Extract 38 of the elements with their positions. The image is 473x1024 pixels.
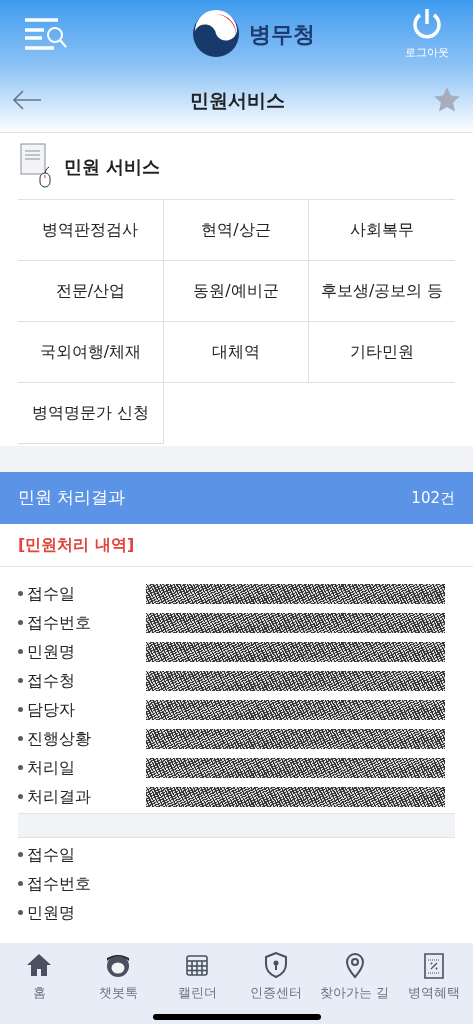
field-label: 접수번호 (18, 871, 146, 896)
results-title: 민원 처리결과 (18, 486, 126, 510)
menu-item[interactable]: 사회복무 (309, 200, 455, 261)
menu-item[interactable]: 대체역 (163, 322, 310, 383)
page-title: 민원서비스 (190, 87, 285, 113)
logo-icon (190, 9, 241, 59)
results-subtitle: [민원처리 내역] (18, 534, 135, 556)
power-icon (410, 6, 444, 41)
field-label: 접수청 (18, 668, 146, 693)
menu-item[interactable]: 동원/예비군 (163, 261, 310, 322)
nav-tab[interactable]: 캘린더 (159, 951, 236, 1001)
field-label: 접수일 (18, 581, 146, 606)
nav-tab[interactable]: 찾아가는 길 (316, 951, 393, 1001)
back-arrow-icon[interactable] (12, 90, 42, 110)
favorite-star-icon[interactable] (433, 86, 461, 114)
field-label: 접수일 (18, 842, 146, 867)
field-label: 접수번호 (18, 610, 146, 635)
menu-item[interactable]: 후보생/공보의 등 (309, 261, 455, 322)
menu-item[interactable]: 현역/상근 (163, 200, 310, 261)
menu-item[interactable]: 국외여행/체재 (18, 322, 164, 383)
field-label: 처리일 (18, 755, 146, 780)
field-label: 담당자 (18, 697, 146, 722)
search-menu-icon[interactable] (24, 17, 68, 51)
menu-item[interactable]: 기타민원 (309, 322, 455, 383)
nav-tab[interactable]: 홈 (1, 951, 78, 1001)
field-label: 진행상황 (18, 726, 146, 751)
field-label: 처리결과 (18, 784, 146, 809)
menu-item[interactable]: 전문/산업 (18, 261, 164, 322)
nav-tab[interactable]: 인증센터 (237, 951, 314, 1001)
nav-tab[interactable]: 챗봇톡 (80, 951, 157, 1001)
logo-text: 병무청 (248, 20, 315, 49)
nav-tab[interactable]: 병역혜택 (395, 951, 472, 1001)
section-title: 민원 서비스 (64, 154, 161, 179)
menu-item[interactable]: 병역명문가 신청 (18, 383, 164, 444)
field-label: 민원명 (18, 639, 146, 664)
menu-item[interactable]: 병역판정검사 (18, 200, 164, 261)
field-label: 민원명 (18, 900, 146, 925)
results-count: 102건 (411, 487, 455, 509)
